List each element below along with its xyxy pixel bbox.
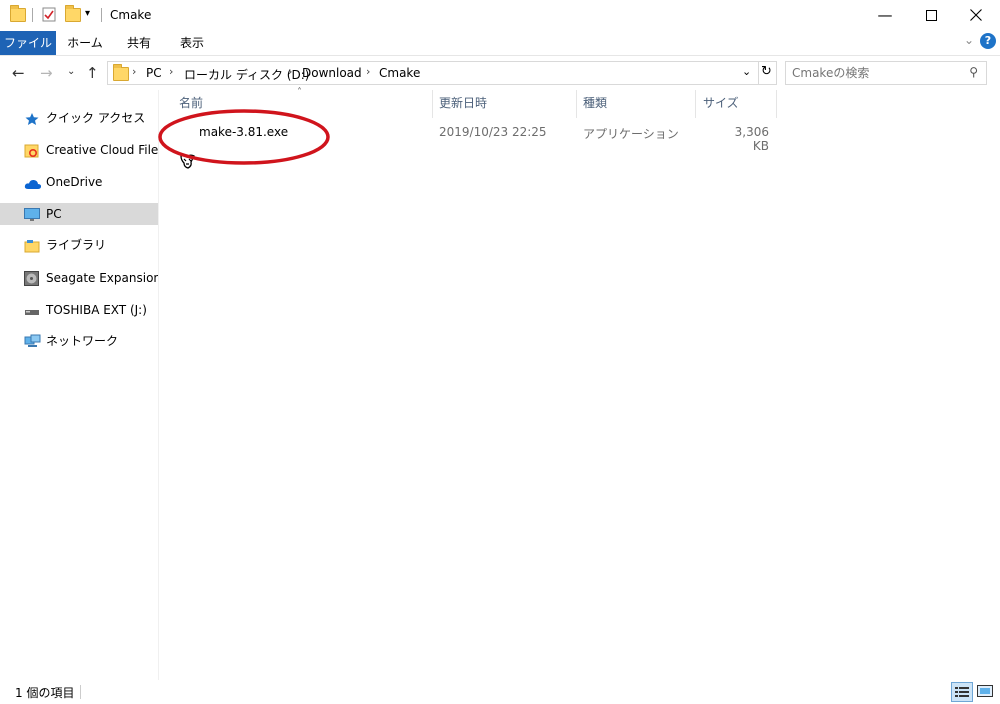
- sort-ascending-icon: ˄: [297, 87, 302, 98]
- file-type: アプリケーション: [583, 127, 679, 141]
- large-icons-view-icon[interactable]: [976, 683, 994, 699]
- qat-separator: [32, 8, 33, 22]
- close-icon[interactable]: [953, 0, 999, 30]
- sidebar-item-label: ネットワーク: [46, 334, 119, 348]
- search-icon[interactable]: ⚲: [969, 65, 978, 79]
- refresh-icon[interactable]: ↻: [761, 64, 772, 79]
- item-count: 1 個の項目: [15, 686, 75, 700]
- sidebar-item-toshiba[interactable]: TOSHIBA EXT (J:): [0, 299, 158, 321]
- sidebar-item-seagate[interactable]: Seagate Expansion Dr: [0, 267, 158, 289]
- onedrive-cloud-icon: [24, 175, 42, 189]
- sidebar-item-library[interactable]: ライブラリ: [0, 234, 158, 256]
- status-divider: [80, 685, 81, 699]
- address-divider: [758, 62, 759, 84]
- breadcrumb-separator-icon[interactable]: ›: [288, 65, 292, 78]
- navigation-pane: クイック アクセス Creative Cloud Files OneDrive …: [0, 90, 159, 680]
- maximize-icon[interactable]: [908, 0, 954, 30]
- sidebar-item-onedrive[interactable]: OneDrive: [0, 171, 158, 193]
- pc-monitor-icon: [24, 207, 40, 221]
- details-view-icon[interactable]: [951, 682, 973, 702]
- column-header-size[interactable]: サイズ: [703, 94, 739, 111]
- minimize-icon[interactable]: —: [862, 0, 908, 30]
- red-annotation-ellipse: [158, 109, 330, 165]
- sidebar-item-label: Seagate Expansion Dr: [46, 271, 159, 285]
- recent-locations-chevron-icon[interactable]: ⌄: [67, 66, 75, 77]
- ribbon-expand-chevron-icon[interactable]: ⌄: [964, 33, 974, 47]
- folder-icon: [10, 5, 26, 22]
- network-icon: [24, 334, 41, 348]
- help-icon[interactable]: ?: [980, 33, 996, 49]
- tab-home[interactable]: ホーム: [58, 31, 112, 55]
- address-bar[interactable]: › PC › ローカル ディスク (D:) › Download › Cmake…: [107, 61, 777, 85]
- sidebar-item-label: PC: [46, 207, 62, 221]
- usb-drive-icon: [24, 303, 40, 317]
- column-divider[interactable]: [432, 90, 433, 118]
- library-folder-icon: [24, 238, 40, 253]
- new-folder-icon[interactable]: [65, 5, 81, 22]
- column-divider[interactable]: [576, 90, 577, 118]
- qat-customize-dropdown-icon[interactable]: ▾: [85, 8, 90, 19]
- navigation-bar: ← → ⌄ ↑ › PC › ローカル ディスク (D:) › Download…: [0, 58, 1000, 88]
- column-divider[interactable]: [695, 90, 696, 118]
- column-header-type[interactable]: 種類: [583, 94, 607, 111]
- breadcrumb-cmake[interactable]: Cmake: [379, 66, 420, 80]
- breadcrumb-separator-icon[interactable]: ›: [132, 65, 136, 78]
- sidebar-item-label: Creative Cloud Files: [46, 143, 159, 157]
- folder-icon: [113, 64, 129, 81]
- sidebar-item-quick-access[interactable]: クイック アクセス: [0, 107, 158, 129]
- ribbon-tabs: ファイル ホーム 共有 表示 ⌄ ?: [0, 31, 1000, 56]
- tab-file[interactable]: ファイル: [0, 31, 56, 55]
- window-title: Cmake: [110, 8, 152, 22]
- sidebar-item-network[interactable]: ネットワーク: [0, 330, 158, 352]
- column-divider[interactable]: [776, 90, 777, 118]
- file-list: ˄ 名前 更新日時 種類 サイズ make-3.81.exe 2019/10/2…: [158, 87, 1000, 680]
- external-drive-icon: [24, 271, 40, 286]
- tab-view[interactable]: 表示: [166, 31, 218, 55]
- forward-arrow-icon[interactable]: →: [40, 64, 53, 82]
- sidebar-item-label: OneDrive: [46, 175, 103, 189]
- star-icon: [24, 111, 40, 125]
- sidebar-item-label: TOSHIBA EXT (J:): [46, 303, 147, 317]
- column-header-modified[interactable]: 更新日時: [439, 94, 487, 111]
- search-input[interactable]: [792, 64, 962, 82]
- qat-separator: [101, 8, 102, 22]
- status-bar: 1 個の項目: [0, 680, 1000, 704]
- breadcrumb-separator-icon[interactable]: ›: [366, 65, 370, 78]
- address-dropdown-chevron-icon[interactable]: ⌄: [742, 65, 751, 78]
- breadcrumb-download[interactable]: Download: [302, 66, 362, 80]
- up-arrow-icon[interactable]: ↑: [86, 64, 99, 82]
- file-modified-date: 2019/10/23 22:25: [439, 125, 547, 139]
- breadcrumb-pc[interactable]: PC: [146, 66, 162, 80]
- sidebar-item-label: ライブラリ: [46, 238, 107, 252]
- creative-cloud-folder-icon: [24, 143, 40, 158]
- back-arrow-icon[interactable]: ←: [12, 64, 25, 82]
- breadcrumb-separator-icon[interactable]: ›: [169, 65, 173, 78]
- properties-checkmark-icon[interactable]: [42, 7, 56, 25]
- sidebar-item-pc[interactable]: PC: [0, 203, 158, 225]
- search-box[interactable]: ⚲: [785, 61, 987, 85]
- sidebar-item-label: クイック アクセス: [46, 111, 146, 125]
- tab-share[interactable]: 共有: [114, 31, 164, 55]
- title-bar: ▾ Cmake —: [0, 0, 1000, 31]
- sidebar-item-creative-cloud-files[interactable]: Creative Cloud Files: [0, 139, 158, 161]
- file-size: 3,306 KB: [734, 125, 769, 153]
